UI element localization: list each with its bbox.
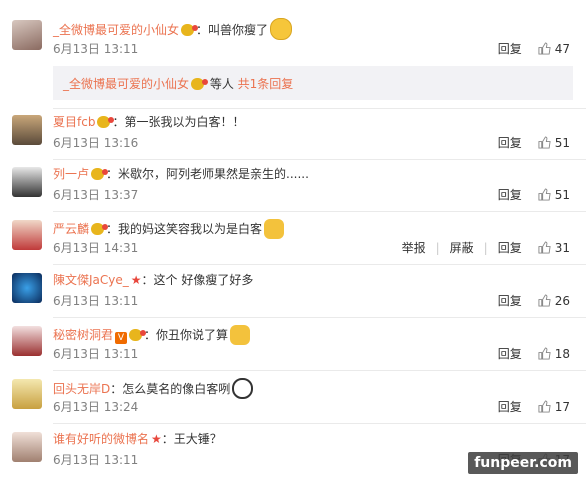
comment-date: 6月13日 13:16 [53,136,139,150]
like-thumb-icon[interactable] [538,400,551,413]
avatar[interactable] [12,115,42,145]
like-thumb-icon[interactable] [538,294,551,307]
heart-badge-icon [181,24,199,36]
reply-button[interactable]: 回复 [498,136,522,150]
comment-date: 6月13日 13:24 [53,400,139,414]
comment-line: _全微博最可爱的小仙女 ：叫兽你瘦了 [53,18,293,40]
cat-emoji-icon [230,325,251,345]
username-link[interactable]: 列一卢 [53,167,89,181]
heart-badge-icon [129,329,147,341]
reply-button[interactable]: 回复 [498,42,522,56]
like-thumb-icon[interactable] [538,241,551,254]
username-link[interactable]: 秘密树洞君 [53,328,113,342]
username-link[interactable]: 严云麟 [53,222,89,236]
comment-text: ：第一张我以为白客！！ [112,115,245,129]
heart-badge-icon [191,78,209,90]
like-thumb-icon[interactable] [538,347,551,360]
report-button[interactable]: 举报 [402,241,426,255]
username-link[interactable]: 陳文傑JaCye_ [53,273,129,287]
comment-text: ：怎么莫名的像白客咧 [110,382,231,396]
reply-summary-text: 等人 [206,77,238,91]
like-count: 17 [554,400,570,414]
star-badge-icon: ★ [130,273,142,287]
reply-button[interactable]: 回复 [498,400,522,414]
comment-text: ：叫兽你瘦了 [196,23,269,37]
avatar[interactable] [12,432,42,462]
reply-button[interactable]: 回复 [498,294,522,308]
heart-badge-icon [97,116,115,128]
comment-date: 6月13日 14:31 [53,241,139,255]
avatar[interactable] [12,273,42,303]
reply-button[interactable]: 回复 [498,241,522,255]
comment-actions: 回复 47 [484,42,570,56]
heart-badge-icon [91,168,109,180]
comment-date: 6月13日 13:11 [53,294,139,308]
reply-username-link[interactable]: _全微博最可爱的小仙女 [63,77,189,91]
comment-text: ：你丑你说了算 [144,328,229,342]
reply-button[interactable]: 回复 [498,347,522,361]
avatar[interactable] [12,379,42,409]
username-link[interactable]: 回头无岸D [53,382,110,396]
avatar[interactable] [12,20,42,50]
panda-emoji-icon [232,378,254,399]
username-link[interactable]: 谁有好听的微博名 [53,432,149,446]
block-button[interactable]: 屏蔽 [450,241,474,255]
avatar[interactable] [12,167,42,197]
comment-date: 6月13日 13:11 [53,347,139,361]
divider [53,370,586,371]
heart-badge-icon [91,223,109,235]
avatar[interactable] [12,326,42,356]
like-thumb-icon[interactable] [538,42,551,55]
comment-text: ：王大锤？ [161,432,222,446]
reply-count-link[interactable]: 共1条回复 [238,77,294,91]
divider [53,108,586,109]
divider [53,211,586,212]
comment-text: ：米歇尔，阿列老师果然是亲生的...... [106,167,309,181]
like-count: 47 [554,42,570,56]
divider [53,264,586,265]
like-count: 51 [554,188,570,202]
comment-text: ：这个 好像瘦了好多 [141,273,254,287]
comment-date: 6月13日 13:37 [53,188,139,202]
like-count: 26 [554,294,570,308]
star-badge-icon: ★ [151,432,162,446]
divider [53,317,586,318]
comment-date: 6月13日 13:11 [53,42,139,56]
like-count: 31 [554,241,570,255]
divider [53,423,586,424]
like-thumb-icon[interactable] [538,136,551,149]
cat-emoji-icon [264,219,285,239]
like-count: 51 [554,136,570,150]
comment-date: 6月13日 13:11 [53,453,139,467]
smile-emoji-icon [270,18,293,40]
verified-badge-icon: V [115,332,128,344]
divider [53,159,586,160]
watermark: funpeer.com [468,452,578,474]
separator: | [435,241,440,255]
separator: | [483,241,488,255]
like-count: 18 [554,347,570,361]
reply-summary[interactable]: _全微博最可爱的小仙女 等人 共1条回复 [53,66,573,100]
comment-text: ：我的妈这笑容我以为是白客 [106,222,263,236]
avatar[interactable] [12,220,42,250]
like-thumb-icon[interactable] [538,188,551,201]
reply-button[interactable]: 回复 [498,188,522,202]
username-link[interactable]: _全微博最可爱的小仙女 [53,23,179,37]
username-link[interactable]: 夏目fcb [53,115,95,129]
